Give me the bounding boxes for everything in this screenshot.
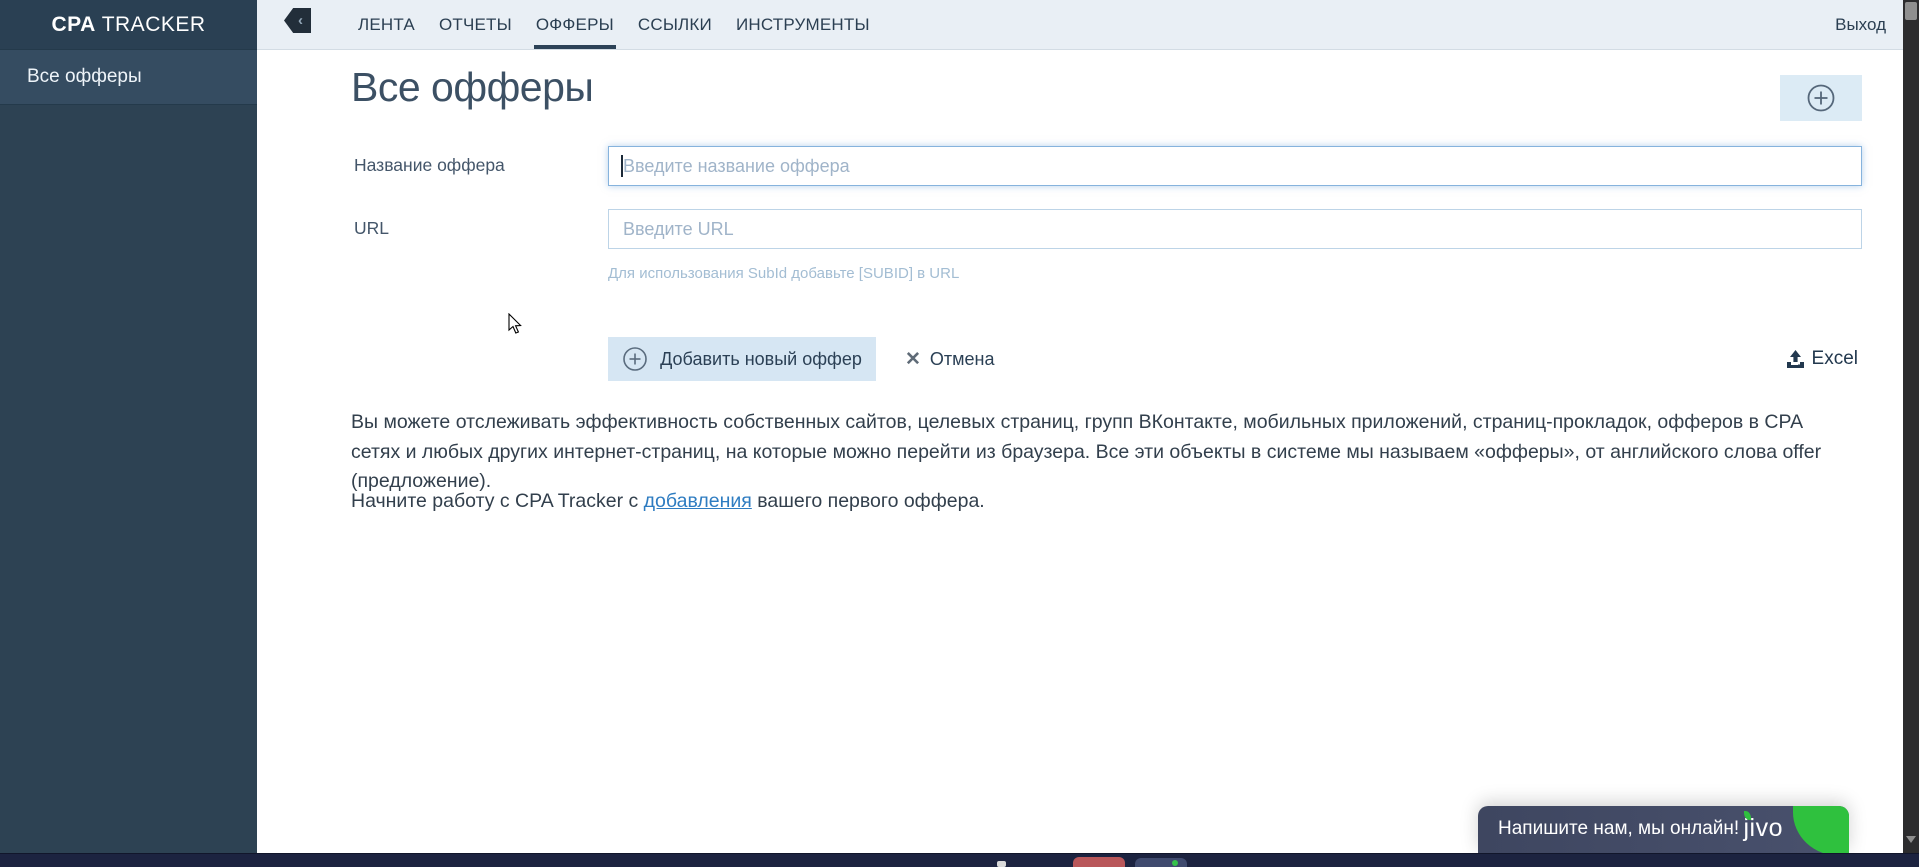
chat-widget[interactable]: Напишите нам, мы онлайн! jivo — [1478, 806, 1849, 853]
offer-name-field-wrap — [608, 146, 1862, 186]
logo-bar: CPA TRACKER — [0, 0, 257, 50]
taskbar-item-slate[interactable] — [1135, 858, 1187, 867]
taskbar-status-dot — [1172, 860, 1178, 866]
cancel-label: Отмена — [929, 348, 995, 369]
add-first-offer-link[interactable]: добавления — [644, 490, 752, 512]
jivo-leaf-icon — [1793, 806, 1849, 853]
jivo-logo: jivo — [1743, 811, 1783, 843]
scrollbar-down-arrow-icon[interactable] — [1906, 836, 1916, 843]
add-new-offer-label: Добавить новый оффер — [660, 348, 862, 369]
cancel-button[interactable]: ✕ Отмена — [905, 337, 995, 381]
app-logo[interactable]: CPA TRACKER — [51, 13, 205, 37]
vertical-scrollbar[interactable] — [1903, 0, 1919, 853]
taskbar-item-red[interactable] — [1073, 857, 1125, 867]
text-caret — [621, 155, 623, 177]
intro-paragraph: Вы можете отслеживать эффективность собс… — [351, 411, 1822, 492]
tab-ssylki[interactable]: ССЫЛКИ — [626, 0, 724, 49]
getting-started-paragraph: Начните работу с CPA Tracker с добавлени… — [351, 490, 985, 513]
tab-lenta[interactable]: ЛЕНТА — [346, 0, 427, 49]
close-icon: ✕ — [905, 348, 921, 370]
offer-name-label: Название оффера — [354, 155, 505, 175]
main-nav: ЛЕНТА ОТЧЕТЫ ОФФЕРЫ ССЫЛКИ ИНСТРУМЕНТЫ — [346, 0, 882, 49]
url-field-wrap — [608, 209, 1862, 249]
logo-rest: TRACKER — [95, 12, 206, 36]
tab-instrumenty[interactable]: ИНСТРУМЕНТЫ — [724, 0, 882, 49]
circle-plus-icon — [623, 347, 647, 371]
sidebar-item-label: Все офферы — [27, 66, 142, 87]
url-label: URL — [354, 218, 390, 238]
tab-otchety[interactable]: ОТЧЕТЫ — [427, 0, 524, 49]
jivo-leaf-accent-icon — [1744, 811, 1752, 820]
scrollbar-thumb[interactable] — [1905, 2, 1917, 20]
subid-hint: Для использования SubId добавьте [SUBID]… — [608, 265, 960, 282]
page-title: Все офферы — [351, 64, 594, 110]
logout-link[interactable]: Выход — [1835, 0, 1903, 49]
start-text-before: Начните работу с CPA Tracker с — [351, 490, 644, 512]
add-offer-toggle-button[interactable] — [1780, 75, 1862, 121]
taskbar-strip — [0, 853, 1919, 867]
upload-icon — [1786, 350, 1804, 368]
main-content: Все офферы Название оффера URL Для испол… — [257, 50, 1903, 853]
logo-bold: CPA — [51, 12, 96, 36]
chat-message: Напишите нам, мы онлайн! — [1498, 818, 1740, 839]
taskbar-item-icon[interactable] — [997, 861, 1006, 867]
excel-label: Excel — [1811, 348, 1858, 369]
start-text-after: вашего первого оффера. — [751, 490, 985, 512]
app-window: CPA TRACKER Все офферы ЛЕНТА ОТЧЕТЫ ОФФЕ… — [0, 0, 1919, 867]
url-input[interactable] — [608, 209, 1862, 249]
add-new-offer-button[interactable]: Добавить новый оффер — [608, 337, 876, 381]
excel-export-button[interactable]: Excel — [1786, 343, 1858, 375]
sidebar: CPA TRACKER Все офферы — [0, 0, 257, 853]
circle-plus-icon — [1807, 84, 1835, 112]
offer-name-input[interactable] — [608, 146, 1862, 186]
chevron-left-icon: ‹ — [298, 12, 303, 29]
topbar: ЛЕНТА ОТЧЕТЫ ОФФЕРЫ ССЫЛКИ ИНСТРУМЕНТЫ В… — [257, 0, 1903, 50]
sidebar-item-all-offers[interactable]: Все офферы — [0, 50, 257, 105]
tab-offery[interactable]: ОФФЕРЫ — [524, 0, 626, 49]
